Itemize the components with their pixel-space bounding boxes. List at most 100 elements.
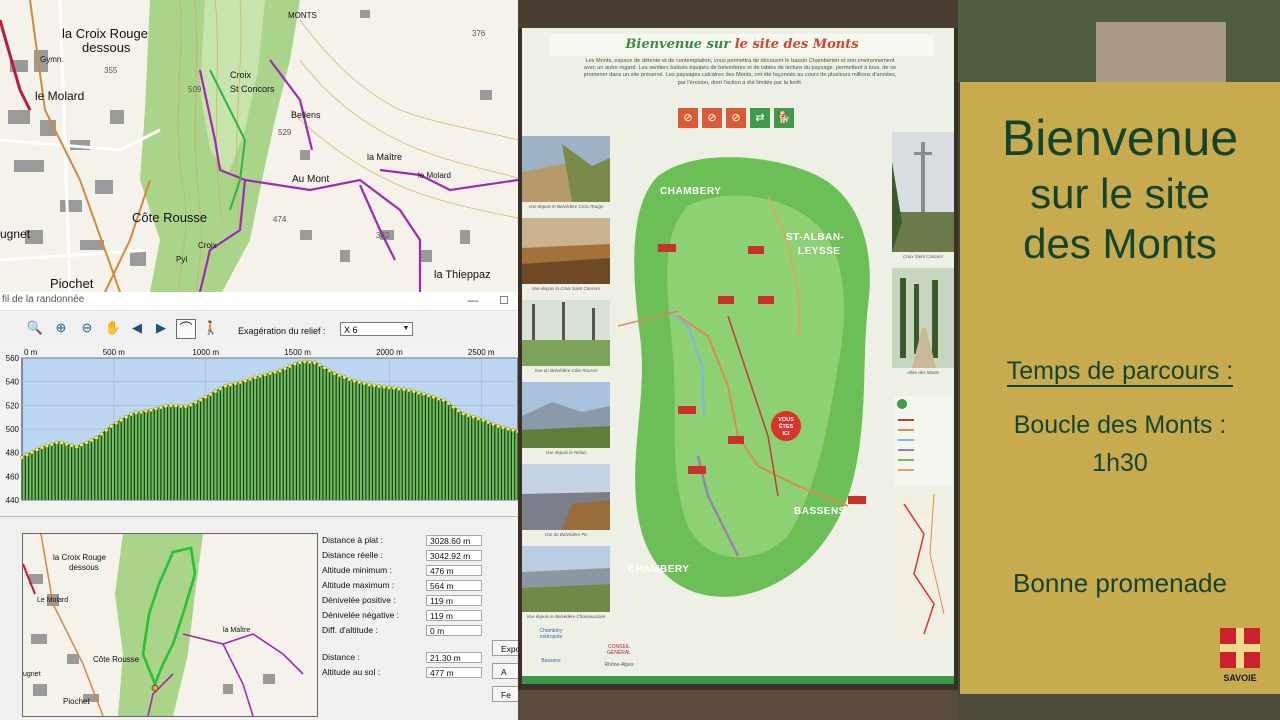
x-tick-label: 500 m [103, 348, 126, 357]
elevation-profile-svg: 560 540 520 500 480 460 440 0 m 500 m 1000 m 1500 … [6, 348, 518, 505]
profile-point [208, 392, 213, 397]
profile-point [253, 375, 258, 380]
profile-point [49, 442, 54, 447]
sign-heading: Temps de parcours : [960, 356, 1280, 387]
topographic-map[interactable]: la Croix Rouge dessous le Molard Croix S… [0, 0, 518, 292]
svg-text:Piochet: Piochet [50, 276, 94, 291]
profile-point [421, 392, 426, 397]
x-tick-label: 0 m [24, 348, 38, 357]
logo-conseil-general: CONSEIL GÉNÉRAL [607, 644, 631, 656]
svg-text:Croix: Croix [230, 70, 252, 80]
minimize-button[interactable]: — [462, 292, 484, 310]
profile-point [84, 440, 89, 445]
pan-hand-icon[interactable]: ✋ [104, 319, 122, 337]
profile-point [392, 386, 397, 391]
svg-text:355: 355 [104, 66, 118, 75]
y-tick-label: 540 [6, 378, 20, 387]
profile-point [372, 383, 377, 388]
route-minimap[interactable]: la Croix Rouge dessous Le Molard Côte Ro… [22, 533, 318, 717]
profile-point [24, 452, 29, 457]
svg-text:Côte Rousse: Côte Rousse [132, 210, 207, 225]
profile-point [163, 404, 168, 409]
svg-text:509: 509 [188, 85, 202, 94]
svg-text:Gymn.: Gymn. [40, 55, 64, 64]
board-title-part2: le site des Monts [734, 37, 859, 52]
profile-point [352, 378, 357, 383]
map-label-st-alban: ST-ALBAN- [786, 232, 845, 243]
maximize-button[interactable]: ☐ [493, 292, 515, 310]
profile-point [327, 368, 332, 373]
profile-point [406, 388, 411, 393]
x-tick-label: 1500 m [284, 348, 311, 357]
stat-value-altitude-max: 564 m [426, 580, 482, 591]
svg-text:dessous: dessous [69, 563, 99, 572]
svg-text:Piochet: Piochet [63, 697, 90, 706]
zoom-in-icon[interactable]: 🔍 [26, 319, 44, 337]
profile-point [134, 410, 139, 415]
profile-mode-icon[interactable]: ⌒ [176, 319, 196, 339]
caption-left-6: Vue depuis le Belvédère Chamoussaire [526, 614, 606, 619]
svg-text:Pyl: Pyl [176, 255, 187, 264]
board-intro-text: Les Monts, espace de détente et de conte… [583, 58, 897, 86]
profile-point [79, 442, 84, 447]
close-button[interactable]: Fe [492, 686, 518, 702]
profile-point [218, 386, 223, 391]
profile-point [312, 360, 317, 365]
profile-point [347, 377, 352, 382]
profile-point [396, 386, 401, 391]
stat-value-elevation-loss: 119 m [426, 610, 482, 621]
svg-text:la Maître: la Maître [223, 627, 250, 634]
profile-point [178, 404, 183, 409]
profile-point [357, 380, 362, 385]
map-label-bassens: BASSENS [794, 506, 846, 517]
stat-value-elevation-gain: 119 m [426, 595, 482, 606]
photo-belvedere-croix-rouge [522, 136, 610, 202]
action-button-a1[interactable]: A [492, 663, 518, 679]
svg-text:la Maître: la Maître [367, 152, 402, 162]
stat-label-altitude-min: Altitude minimum : [322, 565, 392, 575]
profile-point [183, 404, 188, 409]
caption-left-2: Vue depuis la Croix Saint Concors [531, 286, 601, 291]
zoom-region-icon[interactable]: ⊕ [52, 319, 70, 337]
topographic-map-canvas: la Croix Rouge dessous le Molard Croix S… [0, 0, 518, 292]
software-window: la Croix Rouge dessous le Molard Croix S… [0, 0, 518, 720]
profile-point [129, 412, 134, 417]
relief-exaggeration-label: Exagération du relief : [238, 326, 326, 336]
svg-text:Au Mont: Au Mont [292, 174, 329, 185]
svg-text:529: 529 [278, 128, 292, 137]
svg-text:Croix: Croix [198, 241, 217, 250]
profile-point [461, 411, 466, 416]
walker-icon[interactable]: 🚶 [202, 319, 220, 337]
profile-point [317, 362, 322, 367]
profile-point [198, 397, 203, 402]
profile-point [501, 425, 506, 430]
profile-point [99, 431, 104, 436]
arrow-right-icon[interactable]: ▶ [152, 319, 170, 337]
profile-point [44, 443, 49, 448]
export-button[interactable]: Expo [492, 640, 518, 656]
wood-frame-bottom [518, 690, 958, 720]
sign-heading-text: Temps de parcours : [1006, 357, 1234, 387]
profile-point [426, 393, 431, 398]
profile-point [451, 404, 456, 409]
info-board-photo: Bienvenue sur le site des Monts Les Mont… [518, 0, 958, 720]
caption-left-1: Vue depuis le Belvédère Croix Rouge [528, 204, 604, 209]
you-are-here-line2: ÊTES [779, 422, 794, 430]
profile-point [322, 365, 327, 370]
wooden-sign-photo: Bienvenue sur le site des Monts Temps de… [958, 0, 1280, 720]
elevation-profile-chart[interactable]: 560 540 520 500 480 460 440 0 m 500 m 1000 m 1500 … [0, 344, 518, 516]
map-label-chambery-south: CHAMBERY [628, 564, 690, 575]
profile-point [64, 442, 69, 447]
relief-exaggeration-select[interactable]: X 6 ▼ [340, 322, 413, 336]
y-tick-label: 560 [6, 354, 20, 363]
stat-value-altitude-min: 476 m [426, 565, 482, 576]
svg-text:la Croix Rouge: la Croix Rouge [62, 26, 148, 41]
profile-point [476, 416, 481, 421]
profile-point [213, 389, 218, 394]
logo-chambery-metropole: Chambéry métropole [539, 628, 563, 640]
caption-right-1: Croix Saint Concors [902, 254, 943, 259]
caption-right-2: Allée des Monts [906, 370, 940, 375]
arrow-left-icon[interactable]: ◀ [128, 319, 146, 337]
zoom-out-icon[interactable]: ⊖ [78, 319, 96, 337]
svg-text:Côte Rousse: Côte Rousse [93, 655, 140, 664]
